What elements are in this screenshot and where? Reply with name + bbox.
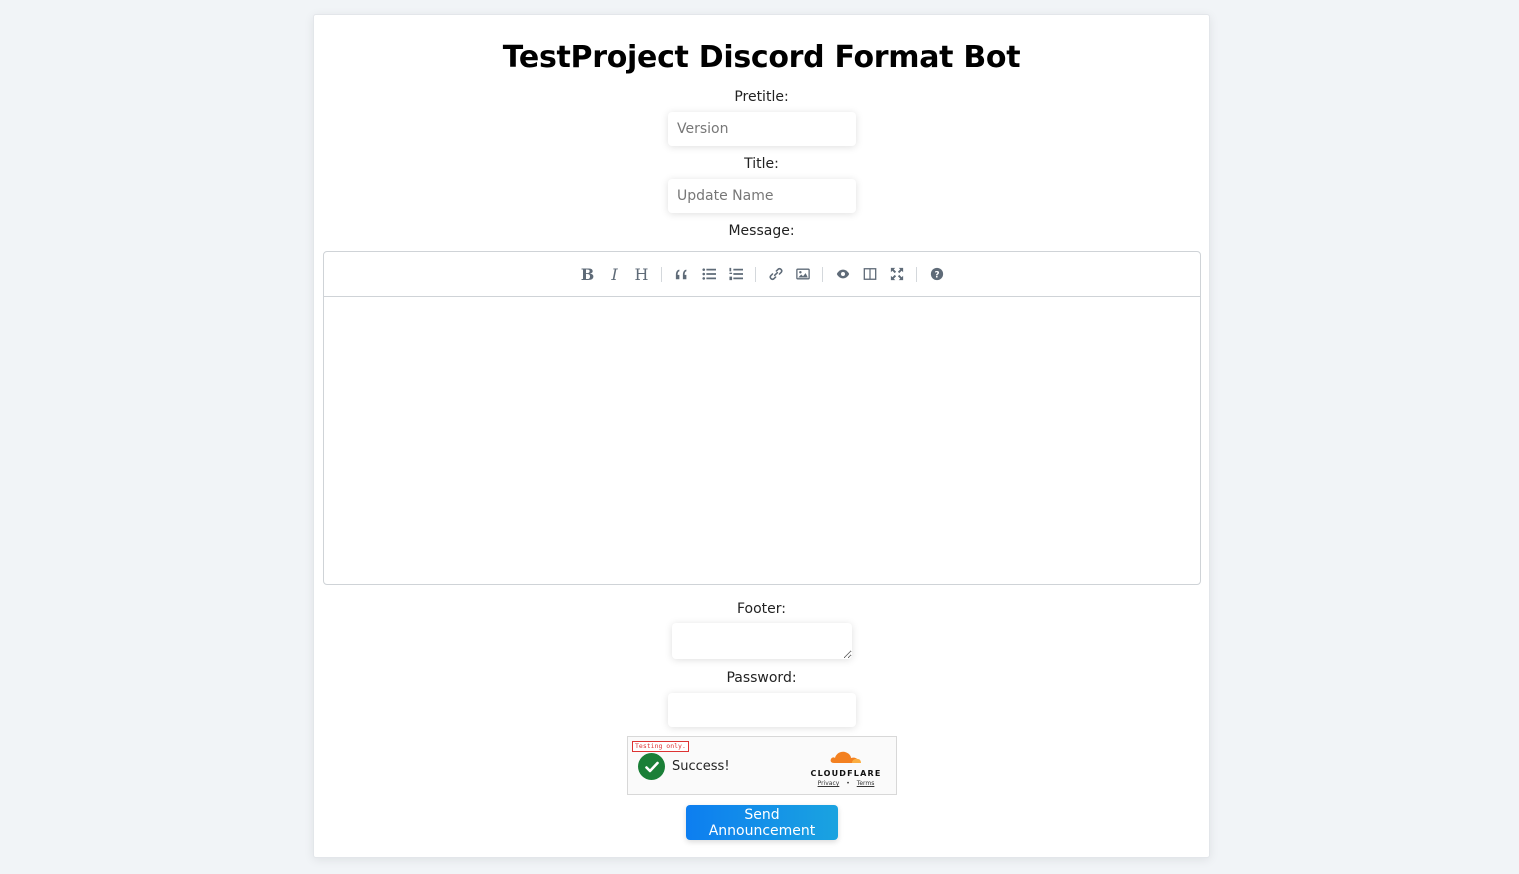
title-label: Title:	[744, 156, 779, 172]
footer-textarea[interactable]	[672, 623, 852, 659]
toolbar-divider	[916, 266, 917, 282]
send-announcement-button[interactable]: Send Announcement	[686, 805, 838, 840]
svg-text:?: ?	[934, 271, 939, 281]
cloudflare-wordmark: CLOUDFLARE	[810, 769, 882, 778]
side-by-side-icon[interactable]	[856, 261, 883, 288]
pretitle-input[interactable]	[668, 112, 856, 146]
italic-icon[interactable]: I	[601, 261, 628, 288]
editor-toolbar: B I H ?	[324, 252, 1200, 297]
cloudflare-cloud-icon	[830, 751, 861, 763]
page-title: TestProject Discord Format Bot	[502, 40, 1021, 75]
preview-icon[interactable]	[829, 261, 856, 288]
success-check-icon	[638, 753, 665, 780]
toolbar-divider	[661, 266, 662, 282]
ordered-list-icon[interactable]	[722, 261, 749, 288]
pretitle-label: Pretitle:	[734, 89, 789, 105]
cloudflare-logo: CLOUDFLARE Privacy • Terms	[810, 747, 882, 787]
message-label: Message:	[728, 223, 795, 239]
markdown-editor: B I H ?	[323, 251, 1201, 585]
message-editor-area[interactable]	[324, 297, 1200, 585]
toolbar-divider	[822, 266, 823, 282]
terms-link[interactable]: Terms	[857, 780, 875, 787]
help-icon[interactable]: ?	[923, 261, 950, 288]
testing-only-badge: Testing only.	[632, 741, 689, 752]
fullscreen-icon[interactable]	[883, 261, 910, 288]
privacy-link[interactable]: Privacy	[818, 780, 840, 787]
announcement-card: TestProject Discord Format Bot Pretitle:…	[313, 14, 1210, 858]
bold-icon[interactable]: B	[574, 261, 601, 288]
footer-label: Footer:	[736, 601, 786, 617]
quote-icon[interactable]	[668, 261, 695, 288]
heading-icon[interactable]: H	[628, 261, 655, 288]
link-icon[interactable]	[762, 261, 789, 288]
unordered-list-icon[interactable]	[695, 261, 722, 288]
turnstile-captcha[interactable]: Testing only. Success! CLOUDFLARE Privac…	[627, 736, 897, 795]
password-label: Password:	[726, 670, 797, 686]
title-input[interactable]	[668, 179, 856, 213]
toolbar-divider	[755, 266, 756, 282]
link-separator: •	[846, 780, 850, 787]
image-icon[interactable]	[789, 261, 816, 288]
captcha-status: Success!	[672, 759, 730, 774]
password-input[interactable]	[668, 693, 856, 727]
